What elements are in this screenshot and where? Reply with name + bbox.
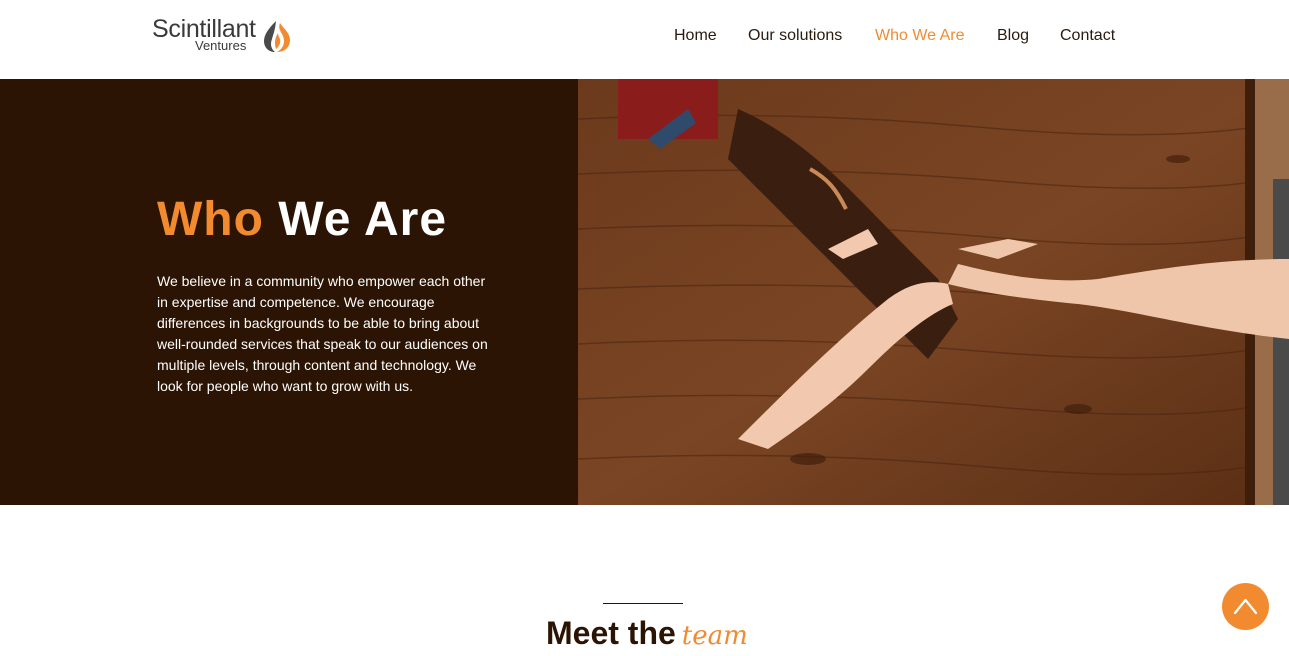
hero-title: Who We Are — [157, 191, 447, 249]
site-header: Scintillant Ventures Home Our solutions … — [0, 0, 1289, 79]
nav-home[interactable]: Home — [674, 25, 717, 47]
team-section: Meet the team — [0, 505, 1289, 651]
team-heading-main: Meet the — [546, 615, 676, 651]
nav-blog[interactable]: Blog — [997, 25, 1029, 47]
main-nav: Home Our solutions Who We Are Blog Conta… — [0, 25, 1289, 47]
nav-our-solutions[interactable]: Our solutions — [748, 25, 842, 47]
hero-image — [578, 79, 1289, 505]
team-heading-script: team — [681, 621, 748, 651]
team-heading: Meet the team — [546, 613, 748, 656]
nav-who-we-are[interactable]: Who We Are — [875, 25, 965, 47]
chevron-up-icon — [1233, 598, 1258, 615]
hero-description: We believe in a community who empower ea… — [157, 273, 488, 394]
nav-contact[interactable]: Contact — [1060, 25, 1115, 47]
hands-on-table-image — [578, 79, 1289, 505]
hero-title-rest: We Are — [278, 193, 448, 246]
section-divider — [603, 603, 683, 604]
hero-title-accent: Who — [157, 193, 264, 246]
hero-section: Who We Are We believe in a community who… — [0, 79, 1289, 505]
scroll-to-top-button[interactable] — [1222, 583, 1269, 630]
